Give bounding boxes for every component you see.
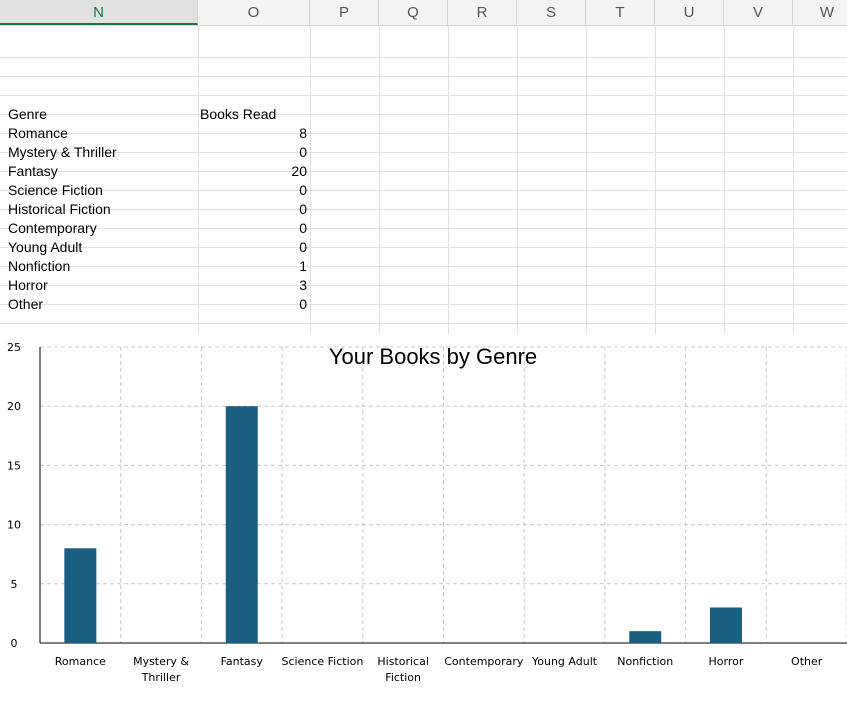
x-category-label: Nonfiction	[617, 655, 673, 668]
x-category-label: Mystery &	[133, 655, 189, 668]
column-header-n[interactable]: N	[0, 0, 198, 25]
genre-cell[interactable]: Romance	[8, 124, 193, 143]
genre-cell[interactable]: Nonfiction	[8, 257, 193, 276]
chart-canvas: 0 5 10 15 20 25 Romance Mystery & Thriller Fantas…	[7, 341, 847, 684]
books-read-cell[interactable]: 0	[198, 238, 307, 257]
genre-cell[interactable]: Other	[8, 295, 193, 314]
books-read-cell[interactable]: 1	[198, 257, 307, 276]
y-tick-label: 25	[7, 341, 21, 354]
genre-cell[interactable]: Historical Fiction	[8, 200, 193, 219]
column-header-q[interactable]: Q	[379, 0, 448, 25]
books-read-cell[interactable]: 8	[198, 124, 307, 143]
grid-row-line	[0, 76, 847, 77]
grid-row-line	[0, 95, 847, 96]
y-tick-label: 15	[7, 459, 21, 472]
genre-cell[interactable]: Young Adult	[8, 238, 193, 257]
y-tick-label: 5	[11, 578, 18, 591]
books-read-cell[interactable]: 0	[198, 143, 307, 162]
bar-romance	[64, 548, 97, 643]
column-header-t[interactable]: T	[586, 0, 655, 25]
column-header-w[interactable]: W	[793, 0, 847, 25]
genre-cell[interactable]: Contemporary	[8, 219, 193, 238]
books-read-cell[interactable]: 0	[198, 200, 307, 219]
column-header-o[interactable]: O	[198, 0, 310, 25]
books-read-cell[interactable]: 3	[198, 276, 307, 295]
column-header-v[interactable]: V	[724, 0, 793, 25]
genre-cell[interactable]: Fantasy	[8, 162, 193, 181]
grid-row-line	[0, 57, 847, 58]
genre-header-cell[interactable]: Genre	[8, 105, 193, 124]
grid-row-line	[0, 323, 847, 324]
x-category-label: Young Adult	[531, 655, 598, 668]
column-header-bar: NOPQRSTUVW	[0, 0, 847, 26]
x-category-label: Other	[791, 655, 823, 668]
genre-cell[interactable]: Mystery & Thriller	[8, 143, 193, 162]
y-tick-label: 10	[7, 519, 21, 532]
x-category-label: Contemporary	[444, 655, 524, 668]
bar-nonfiction	[629, 631, 662, 643]
books-read-cell[interactable]: 0	[198, 219, 307, 238]
books-read-cell[interactable]: 0	[198, 181, 307, 200]
chart-title: Your Books by Genre	[329, 344, 537, 369]
x-category-label: Horror	[709, 655, 744, 668]
x-category-label: Historical	[377, 655, 429, 668]
column-header-s[interactable]: S	[517, 0, 586, 25]
genre-cell[interactable]: Science Fiction	[8, 181, 193, 200]
bar-fantasy	[225, 406, 258, 643]
x-category-label: Romance	[55, 655, 106, 668]
column-header-u[interactable]: U	[655, 0, 724, 25]
bar-horror	[709, 607, 742, 643]
books-read-cell[interactable]: 20	[198, 162, 307, 181]
books-read-header-cell[interactable]: Books Read	[200, 105, 308, 124]
column-header-r[interactable]: R	[448, 0, 517, 25]
books-read-cell[interactable]: 0	[198, 295, 307, 314]
x-category-label: Fiction	[385, 671, 421, 684]
genre-cell[interactable]: Horror	[8, 276, 193, 295]
x-category-label: Science Fiction	[282, 655, 364, 668]
x-category-label: Thriller	[141, 671, 181, 684]
bar-chart[interactable]: 0 5 10 15 20 25 Romance Mystery & Thriller Fantas…	[0, 334, 847, 702]
column-header-p[interactable]: P	[310, 0, 379, 25]
y-tick-label: 20	[7, 400, 21, 413]
y-tick-label: 0	[11, 637, 18, 650]
x-category-label: Fantasy	[221, 655, 264, 668]
